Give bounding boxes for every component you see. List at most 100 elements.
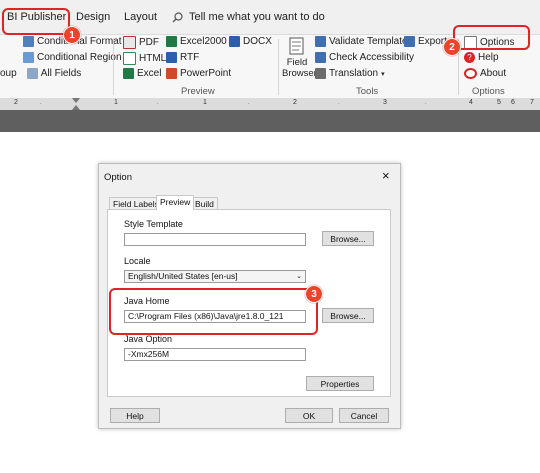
locale-select[interactable]: English/United States [en-us] ⌄ [124, 270, 306, 283]
callout-badge-1: 1 [63, 26, 81, 44]
ruler-scale: 2 · 1 · 1 · 2 · 3 · 4 5 6 7 [0, 98, 540, 110]
all-fields-icon [26, 68, 38, 79]
conditional-format-icon [23, 36, 34, 47]
check-accessibility-icon [315, 52, 326, 63]
java-option-field[interactable]: -Xmx256M [124, 348, 306, 361]
field-browser-label: Field Browser [282, 57, 317, 79]
translation-button[interactable]: Translation ▾ [315, 68, 385, 79]
excel2000-icon [166, 36, 177, 47]
excel-icon [123, 68, 134, 79]
callout-badge-3: 3 [305, 285, 323, 303]
about-label: About [480, 68, 507, 79]
ruler-number: 3 [383, 99, 387, 106]
pdf-icon [123, 36, 136, 49]
help-button[interactable]: ? Help [464, 52, 499, 63]
properties-button[interactable]: Properties [306, 376, 374, 391]
locale-label: Locale [124, 256, 151, 266]
tools-group-label: Tools [356, 86, 379, 97]
validate-template-icon [315, 36, 326, 47]
ruler-number: 1 [203, 99, 207, 106]
tab-design[interactable]: Design [76, 11, 110, 23]
html-icon [123, 52, 136, 65]
export-button[interactable]: Export [404, 36, 447, 47]
group-button[interactable]: Conditional Region [0, 52, 122, 63]
translation-label: Translation [329, 68, 379, 79]
check-accessibility-label: Check Accessibility [329, 52, 415, 63]
powerpoint-label: PowerPoint [180, 68, 232, 79]
pdf-label: PDF [139, 37, 159, 48]
browse-java-home-button[interactable]: Browse... [322, 308, 374, 323]
close-icon[interactable]: × [382, 168, 390, 183]
locale-selected-value: English/United States [en-us] [128, 271, 238, 281]
about-button[interactable]: About [464, 68, 506, 79]
translation-icon [315, 68, 326, 79]
preview-powerpoint-button[interactable]: PowerPoint [166, 68, 231, 79]
ruler-number: 6 [511, 99, 515, 106]
preview-rtf-button[interactable]: RTF [166, 52, 199, 63]
excel2000-label: Excel2000 [180, 36, 227, 47]
style-template-label: Style Template [124, 219, 183, 229]
document-area [0, 110, 540, 132]
preview-group-label: Preview [181, 86, 215, 97]
all-fields-button[interactable]: All Fields [41, 68, 82, 79]
java-home-label: Java Home [124, 296, 170, 306]
ruler-number: 7 [530, 99, 534, 106]
check-accessibility-button[interactable]: Check Accessibility [315, 52, 414, 63]
search-icon [172, 12, 183, 23]
export-icon [404, 36, 415, 47]
browse-style-template-button[interactable]: Browse... [322, 231, 374, 246]
ruler-number: 4 [469, 99, 473, 106]
all-fields-row: oup All Fields [0, 68, 81, 79]
docx-label: DOCX [243, 36, 272, 47]
preview-pdf-button[interactable]: PDF [123, 36, 159, 49]
excel-label: Excel [137, 68, 162, 79]
callout-box-options [453, 25, 530, 50]
ruler-dot: · [40, 101, 42, 107]
group-label[interactable]: oup [0, 68, 17, 79]
style-template-field[interactable] [124, 233, 306, 246]
ruler-dot: · [248, 101, 250, 107]
ruler-number: 1 [114, 99, 118, 106]
tab-preview[interactable]: Preview [156, 195, 195, 210]
callout-badge-2: 2 [443, 38, 461, 56]
ok-button[interactable]: OK [285, 408, 333, 423]
help-dialog-button[interactable]: Help [110, 408, 160, 423]
ruler-dot: · [425, 101, 427, 107]
chevron-down-icon: ▾ [381, 70, 385, 78]
preview-excel-button[interactable]: Excel [123, 68, 161, 79]
html-label: HTML [139, 53, 167, 64]
java-home-field[interactable]: C:\Program Files (x86)\Java\jre1.8.0_121 [124, 310, 306, 323]
conditional-region-icon [23, 52, 34, 63]
tab-layout[interactable]: Layout [124, 11, 157, 23]
powerpoint-icon [166, 68, 177, 79]
validate-template-button[interactable]: Validate Template [315, 36, 408, 47]
preview-excel2000-button[interactable]: Excel2000 [166, 36, 227, 47]
docx-icon [229, 36, 240, 47]
ruler-dot: · [338, 101, 340, 107]
preview-docx-button[interactable]: DOCX [229, 36, 272, 47]
ruler-number: 2 [293, 99, 297, 106]
ruler: 2 · 1 · 1 · 2 · 3 · 4 5 6 7 [0, 98, 540, 110]
validate-template-label: Validate Template [329, 36, 408, 47]
field-browser-icon [289, 37, 304, 55]
group-divider [113, 39, 114, 95]
oracle-icon [464, 68, 477, 79]
help-label: Help [478, 52, 499, 63]
cancel-button[interactable]: Cancel [339, 408, 389, 423]
options-group-label: Options [472, 86, 505, 97]
help-icon: ? [464, 52, 475, 63]
rtf-label: RTF [180, 52, 200, 63]
rtf-icon [166, 52, 177, 63]
tell-me-search[interactable]: Tell me what you want to do [189, 11, 325, 23]
indent-marker-icon[interactable] [72, 98, 80, 110]
chevron-down-icon: ⌄ [296, 273, 302, 280]
ruler-number: 5 [497, 99, 501, 106]
preview-html-button[interactable]: HTML [123, 52, 166, 65]
callout-box-bi-publisher [2, 8, 70, 35]
ruler-dot: · [157, 101, 159, 107]
java-option-label: Java Option [124, 334, 173, 344]
ruler-number: 2 [14, 99, 18, 106]
conditional-region-label: Conditional Region [37, 52, 122, 63]
dialog-title: Option [104, 172, 132, 183]
group-divider [278, 39, 279, 95]
